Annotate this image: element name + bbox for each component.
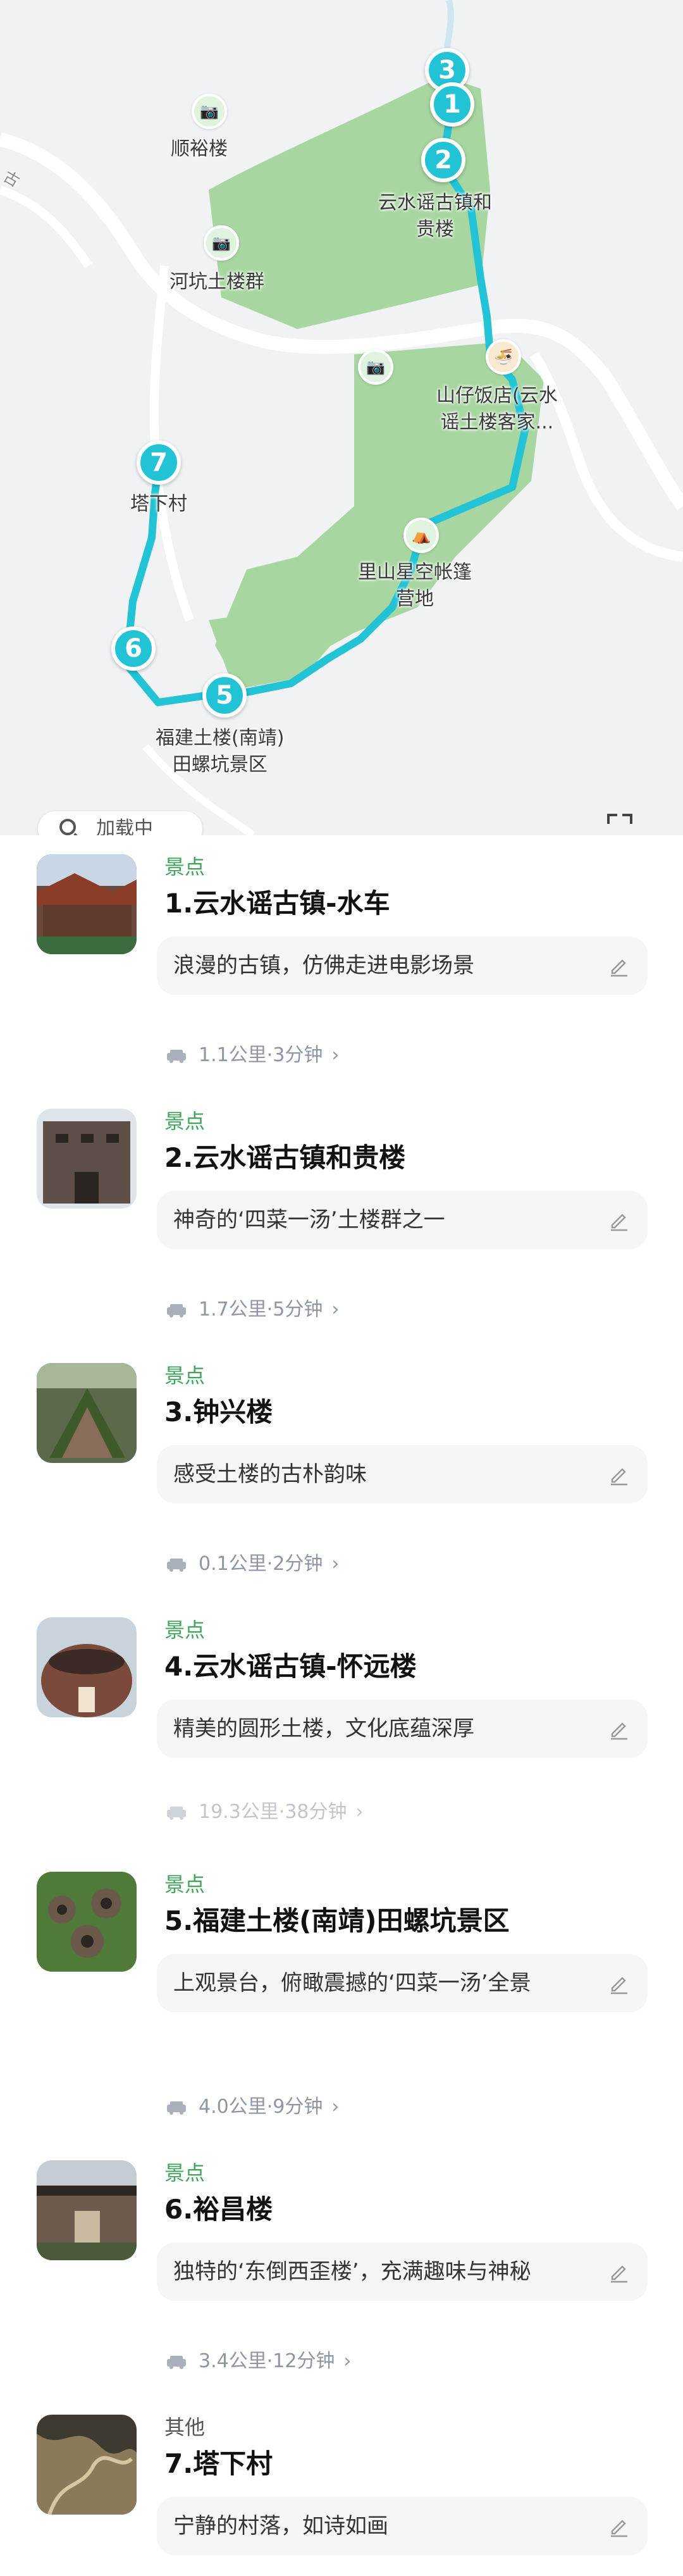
stop-type-label: 景点 — [164, 1364, 206, 1388]
travel-info[interactable]: 0.1公里·2分钟 › — [166, 1552, 339, 1577]
car-icon — [167, 2355, 186, 2369]
stop-type-label: 其他 — [164, 2415, 206, 2439]
travel-info[interactable]: 3.4公里·12分钟 › — [166, 2349, 351, 2374]
travel-info[interactable]: 4.0公里·9分钟 › — [166, 2094, 339, 2120]
stop-type-label: 景点 — [164, 1872, 206, 1896]
poi-label-restaurant: 山仔饭店(云水 谣土楼客家... — [436, 385, 558, 433]
route-stop-marker-1[interactable]: 1 — [430, 82, 474, 127]
stop-thumbnail — [37, 1872, 137, 1972]
pencil-edit-icon[interactable] — [606, 2259, 631, 2284]
list-item[interactable]: 景点 4.云水谣古镇-怀远楼 精美的圆形土楼，文化底蕴深厚 19.3公里·38分… — [0, 1598, 683, 1845]
map-canvas — [0, 0, 683, 835]
restaurant-pin-icon[interactable]: 🍜 — [486, 339, 521, 375]
list-item[interactable]: 景点 2.云水谣古镇和贵楼 神奇的‘四菜一汤’土楼群之一 1.7公里·5分钟 › — [0, 1090, 683, 1336]
camera-pin-icon[interactable]: 📷 — [192, 94, 227, 129]
tent-pin-icon[interactable]: ⛺ — [403, 518, 439, 553]
stop-note[interactable]: 精美的圆形土楼，文化底蕴深厚 — [157, 1700, 648, 1758]
chevron-right-icon: › — [331, 2096, 340, 2118]
stop-type-label: 景点 — [164, 1618, 206, 1642]
poi-label-campsite: 里山星空帐篷 营地 — [358, 561, 472, 610]
stop-type-label: 景点 — [164, 2161, 206, 2185]
travel-text: 0.1公里·2分钟 — [199, 1553, 323, 1575]
stop-thumbnail — [37, 854, 137, 954]
stop-note-text: 浪漫的古镇，仿佛走进电影场景 — [173, 953, 474, 978]
car-icon — [167, 1049, 186, 1063]
stop-note-text: 精美的圆形土楼，文化底蕴深厚 — [173, 1716, 474, 1741]
travel-info[interactable]: 1.1公里·3分钟 › — [166, 1043, 339, 1068]
list-item[interactable]: 景点 6.裕昌楼 独特的‘东倒西歪楼’，充满趣味与神秘 3.4公里·12分钟 › — [0, 2141, 683, 2388]
camera-pin-icon[interactable]: 📷 — [204, 225, 239, 261]
fullscreen-icon — [622, 814, 632, 824]
car-icon — [167, 1558, 186, 1572]
chevron-right-icon: › — [343, 2350, 352, 2372]
chevron-right-icon: › — [331, 1553, 340, 1575]
stop-title[interactable]: 3.钟兴楼 — [164, 1395, 273, 1430]
stop-title[interactable]: 1.云水谣古镇-水车 — [164, 886, 390, 921]
list-item[interactable]: 景点 5.福建土楼(南靖)田螺坑景区 上观景台，俯瞰震撼的‘四菜一汤’全景 4.… — [0, 1853, 683, 2150]
route-stop-marker-2[interactable]: 2 — [421, 138, 465, 182]
chevron-right-icon: › — [331, 1044, 340, 1066]
poi-label-tianluokeng: 福建土楼(南靖) 田螺坑景区 — [156, 727, 285, 776]
stop-note-text: 感受土楼的古朴韵味 — [173, 1462, 367, 1487]
stop-note[interactable]: 神奇的‘四菜一汤’土楼群之一 — [157, 1191, 648, 1249]
stop-thumbnail — [37, 2415, 137, 2515]
stop-note-text: 上观景台，俯瞰震撼的‘四菜一汤’全景 — [173, 1970, 531, 1996]
travel-info[interactable]: 1.7公里·5分钟 › — [166, 1297, 339, 1322]
stop-title[interactable]: 4.云水谣古镇-怀远楼 — [164, 1649, 417, 1684]
camera-pin-icon[interactable]: 📷 — [358, 349, 393, 385]
stop-note[interactable]: 上观景台，俯瞰震撼的‘四菜一汤’全景 — [157, 1954, 648, 2012]
stop-thumbnail — [37, 1617, 137, 1717]
stop-note[interactable]: 宁静的村落，如诗如画 — [157, 2497, 648, 2555]
car-icon — [167, 1304, 186, 1317]
loading-search-button[interactable]: 加载中 — [38, 811, 202, 835]
stop-thumbnail — [37, 1109, 137, 1209]
route-stop-marker-7[interactable]: 7 — [137, 440, 181, 485]
poi-label-heguilou: 云水谣古镇和 贵楼 — [378, 192, 492, 240]
poi-label-taxia: 塔下村 — [130, 493, 187, 515]
travel-info[interactable]: 19.3公里·38分钟 › — [166, 1800, 364, 1825]
chevron-right-icon: › — [331, 1298, 340, 1321]
pencil-edit-icon[interactable] — [606, 1716, 631, 1741]
travel-text: 1.7公里·5分钟 — [199, 1298, 323, 1321]
poi-label-shunyu: 顺裕楼 — [171, 138, 228, 160]
route-stop-marker-5[interactable]: 5 — [202, 673, 247, 718]
poi-label-hekeng: 河坑土楼群 — [169, 271, 264, 293]
stop-note[interactable]: 浪漫的古镇，仿佛走进电影场景 — [157, 936, 648, 995]
search-icon — [59, 819, 76, 835]
stop-note-text: 独特的‘东倒西歪楼’，充满趣味与神秘 — [173, 2259, 531, 2284]
fullscreen-icon — [607, 814, 617, 824]
road — [0, 185, 92, 268]
stop-type-label: 景点 — [164, 855, 206, 879]
list-item[interactable]: 景点 3.钟兴楼 感受土楼的古朴韵味 0.1公里·2分钟 › — [0, 1344, 683, 1591]
pencil-edit-icon[interactable] — [606, 1207, 631, 1233]
fullscreen-button[interactable] — [594, 811, 646, 835]
stop-note-text: 神奇的‘四菜一汤’土楼群之一 — [173, 1207, 445, 1233]
route-map[interactable]: 古 📷 顺裕楼 📷 河坑土楼群 📷 🍜 山仔饭店(云水 谣土楼客家... ⛺ 里… — [0, 0, 683, 835]
pencil-edit-icon[interactable] — [606, 1462, 631, 1487]
chevron-right-icon: › — [355, 1801, 364, 1823]
stop-title[interactable]: 5.福建土楼(南靖)田螺坑景区 — [164, 1903, 510, 1939]
travel-text: 1.1公里·3分钟 — [199, 1044, 323, 1066]
route-stop-marker-6[interactable]: 6 — [111, 626, 156, 671]
pencil-edit-icon[interactable] — [606, 953, 631, 978]
stop-thumbnail — [37, 2160, 137, 2260]
stop-type-label: 景点 — [164, 1109, 206, 1133]
pencil-edit-icon[interactable] — [606, 1970, 631, 1996]
stop-note[interactable]: 独特的‘东倒西歪楼’，充满趣味与神秘 — [157, 2243, 648, 2301]
pencil-edit-icon[interactable] — [606, 2513, 631, 2539]
list-item[interactable]: 景点 1.云水谣古镇-水车 浪漫的古镇，仿佛走进电影场景 1.1公里·3分钟 › — [0, 835, 683, 1082]
loading-label: 加载中 — [96, 818, 153, 835]
stop-title[interactable]: 6.裕昌楼 — [164, 2192, 273, 2227]
stop-title[interactable]: 2.云水谣古镇和贵楼 — [164, 1140, 405, 1176]
list-item[interactable]: 其他 7.塔下村 宁静的村落，如诗如画 — [0, 2396, 683, 2573]
travel-text: 4.0公里·9分钟 — [199, 2096, 323, 2118]
car-icon — [167, 1806, 186, 1820]
stop-title[interactable]: 7.塔下村 — [164, 2446, 273, 2482]
travel-text: 3.4公里·12分钟 — [199, 2350, 335, 2372]
stop-thumbnail — [37, 1363, 137, 1463]
travel-text: 19.3公里·38分钟 — [199, 1801, 347, 1823]
car-icon — [167, 2101, 186, 2115]
stop-note-text: 宁静的村落，如诗如画 — [173, 2513, 388, 2539]
stop-note[interactable]: 感受土楼的古朴韵味 — [157, 1445, 648, 1503]
